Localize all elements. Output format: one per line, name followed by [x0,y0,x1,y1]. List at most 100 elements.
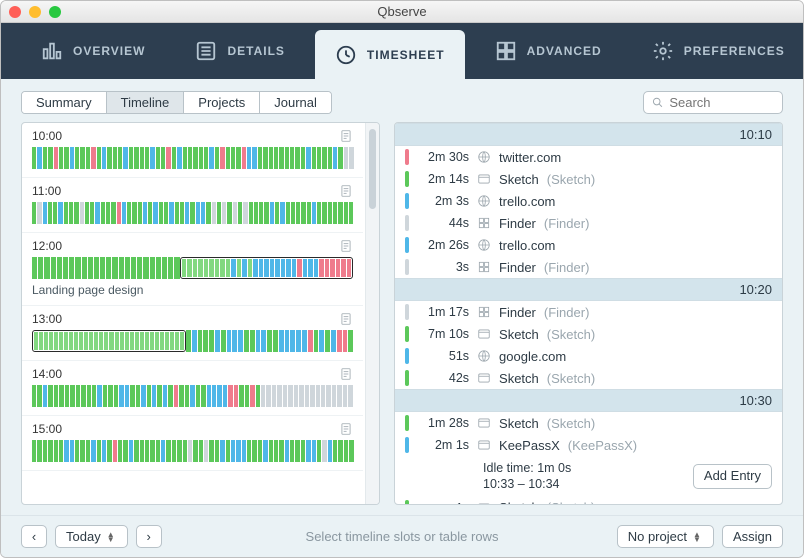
timeline-slot[interactable] [32,257,37,279]
timeline-slot[interactable] [155,332,159,350]
timeline-slot[interactable] [51,257,56,279]
timeline-slot[interactable] [59,385,63,407]
timeline-slot[interactable] [95,202,99,224]
timeline-slot[interactable] [161,440,165,462]
timeline-slot[interactable] [248,259,253,277]
timeline-slot[interactable] [294,385,298,407]
timeline-slot[interactable] [136,385,140,407]
timeline-slot[interactable] [263,147,267,169]
timeline-slot[interactable] [217,202,221,224]
timeline-slot[interactable] [269,147,273,169]
timeline-slot[interactable] [196,202,200,224]
timeline-slot[interactable] [48,385,52,407]
timeline-slot[interactable] [166,440,170,462]
timeline-slot[interactable] [187,259,192,277]
seg-projects[interactable]: Projects [184,92,260,113]
timeline-slot[interactable] [43,202,47,224]
timeline-slot[interactable] [34,332,38,350]
timeline-slot[interactable] [70,440,74,462]
timeline-slot[interactable] [170,332,174,350]
timeline-slot[interactable] [168,257,173,279]
timeline-slot[interactable] [150,440,154,462]
timeline-slot[interactable] [99,332,103,350]
timeline-slot[interactable] [43,147,47,169]
list-item[interactable]: 2m 26strello.com [395,234,782,256]
timeline-slot[interactable] [239,385,243,407]
timeline-slot[interactable] [317,147,321,169]
timeline-slot[interactable] [266,385,270,407]
next-day-button[interactable]: › [136,525,162,548]
timeline-slot[interactable] [69,332,73,350]
timeline-slot[interactable] [88,257,93,279]
timeline-slot[interactable] [64,202,68,224]
timeline-slot[interactable] [193,147,197,169]
tab-preferences[interactable]: PREFERENCES [632,23,804,79]
timeline-slot[interactable] [54,147,58,169]
timeline-slot[interactable] [308,259,313,277]
timeline-slot[interactable] [37,440,41,462]
timeline-slot[interactable] [132,202,136,224]
timeline-slot[interactable] [54,385,58,407]
timeline-slot[interactable] [242,147,246,169]
timeline-slot[interactable] [123,440,127,462]
timeline-slot[interactable] [263,440,267,462]
timeline-slot[interactable] [97,385,101,407]
timeline-slot[interactable] [280,202,284,224]
timeline-slot[interactable] [272,385,276,407]
timeline-slot[interactable] [288,385,292,407]
timeline-slot[interactable] [107,440,111,462]
timeline-slot[interactable] [237,259,242,277]
timeline-slot[interactable] [172,147,176,169]
timeline-slot[interactable] [53,202,57,224]
timeline-slot[interactable] [143,257,148,279]
timeline-slot[interactable] [37,202,41,224]
list-item[interactable]: 3sFinder (Finder) [395,256,782,278]
timeline-slot[interactable] [97,147,101,169]
timeline-slot[interactable] [295,147,299,169]
timeline-slot[interactable] [274,147,278,169]
timeline-slot[interactable] [169,202,173,224]
timeline-slot[interactable] [120,332,124,350]
timeline-slot[interactable] [64,147,68,169]
timeline-slot[interactable] [328,440,332,462]
timeline-slot[interactable] [82,257,87,279]
timeline-slot[interactable] [198,330,203,352]
timeline-slot[interactable] [349,147,353,169]
timeline-slot[interactable] [113,147,117,169]
timeline-slot[interactable] [183,147,187,169]
timeline-slot[interactable] [222,202,226,224]
timeline-slot[interactable] [198,259,203,277]
timeline-slot[interactable] [321,385,325,407]
timeline-slot[interactable] [43,440,47,462]
timeline-scroll[interactable]: 10:0011:0012:00Landing page design13:001… [22,123,365,504]
list-item[interactable]: 2m 30stwitter.com [395,146,782,168]
timeline-slot[interactable] [177,147,181,169]
timeline-slot[interactable] [212,202,216,224]
timeline-slot[interactable] [57,257,62,279]
timeline-slot[interactable] [312,202,316,224]
timeline-slot[interactable] [193,440,197,462]
timeline-slot[interactable] [86,440,90,462]
timeline-slot[interactable] [92,385,96,407]
timeline-slot[interactable] [275,259,280,277]
timeline-slot[interactable] [109,332,113,350]
timeline-slot[interactable] [174,385,178,407]
timeline-slot[interactable] [59,147,63,169]
timeline-slot[interactable] [182,259,187,277]
timeline-slot[interactable] [285,440,289,462]
timeline-slot[interactable] [168,385,172,407]
timeline-slot[interactable] [252,147,256,169]
timeline-slot[interactable] [125,332,129,350]
timeline-slot[interactable] [275,202,279,224]
timeline-slot[interactable] [59,332,63,350]
timeline-slot[interactable] [337,385,341,407]
search-input[interactable] [667,94,774,111]
timeline-slot[interactable] [333,202,337,224]
timeline-slot[interactable] [163,385,167,407]
timeline-slot[interactable] [250,330,255,352]
timeline-slot[interactable] [302,330,307,352]
timeline-slot[interactable] [317,440,321,462]
timeline-slot[interactable] [347,259,352,277]
timeline-slot[interactable] [256,330,261,352]
timeline-slot[interactable] [162,257,167,279]
